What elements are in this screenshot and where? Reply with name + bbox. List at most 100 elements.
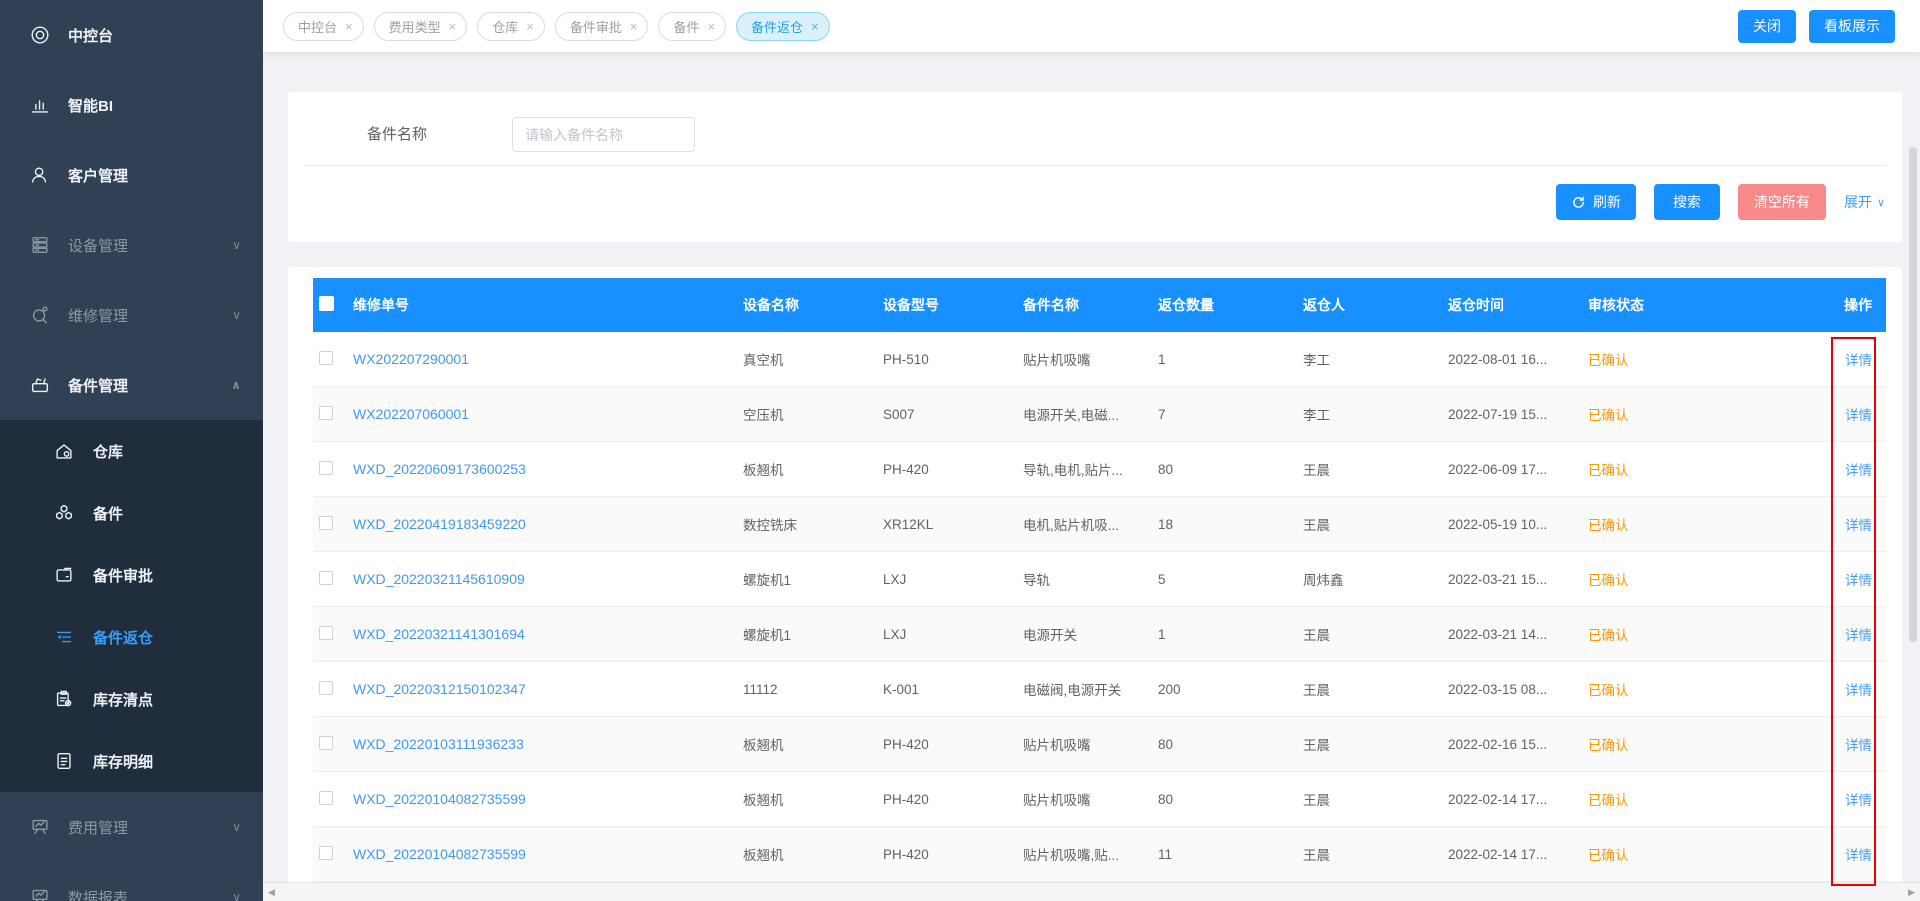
sidebar-subitem-label: 备件: [93, 503, 123, 524]
row-checkbox[interactable]: [319, 626, 333, 640]
vertical-scrollbar[interactable]: [1909, 147, 1917, 642]
row-checkbox[interactable]: [319, 736, 333, 750]
search-button[interactable]: 搜索: [1654, 184, 1720, 220]
cell-device: 板翘机: [735, 734, 875, 754]
table-row: WXD_20220104082735599板翘机PH-420贴片机吸嘴80王晨2…: [313, 772, 1886, 827]
cell-model: PH-420: [875, 462, 1015, 477]
sidebar-subitem-备件返仓[interactable]: 备件返仓: [0, 606, 263, 668]
tab-chip-中控台[interactable]: 中控台 ×: [283, 12, 364, 41]
row-checkbox[interactable]: [319, 791, 333, 805]
column-header-返仓人: 返仓人: [1295, 295, 1440, 315]
detail-link[interactable]: 详情: [1845, 734, 1872, 754]
sidebar-submenu: 仓库备件备件审批备件返仓库存清点库存明细: [0, 420, 263, 792]
detail-link[interactable]: 详情: [1845, 569, 1872, 589]
cell-order[interactable]: WX202207290001: [345, 351, 735, 367]
tab-chip-label: 中控台: [298, 17, 337, 36]
sidebar-item-客户管理[interactable]: 客户管理: [0, 140, 263, 210]
cell-order[interactable]: WXD_20220104082735599: [345, 846, 735, 862]
cell-person: 王晨: [1295, 624, 1440, 644]
cell-person: 王晨: [1295, 844, 1440, 864]
row-checkbox[interactable]: [319, 571, 333, 585]
cell-order[interactable]: WXD_20220103111936233: [345, 736, 735, 752]
cell-order[interactable]: WX202207060001: [345, 406, 735, 422]
select-all-checkbox[interactable]: [319, 296, 334, 311]
close-icon[interactable]: ×: [707, 19, 715, 34]
close-icon[interactable]: ×: [526, 19, 534, 34]
detail-link[interactable]: 详情: [1845, 679, 1872, 699]
action-toolbar: 刷新 搜索 清空所有 展开 ∨: [1556, 184, 1885, 220]
cell-time: 2022-02-14 17...: [1440, 847, 1580, 862]
close-icon[interactable]: ×: [449, 19, 457, 34]
sidebar-item-费用管理[interactable]: 费用管理∨: [0, 792, 263, 862]
detail-link[interactable]: 详情: [1845, 404, 1872, 424]
detail-link[interactable]: 详情: [1845, 459, 1872, 479]
sidebar-item-中控台[interactable]: 中控台: [0, 0, 263, 70]
sidebar-item-设备管理[interactable]: 设备管理∨: [0, 210, 263, 280]
cell-qty: 80: [1150, 792, 1295, 807]
clear-all-button[interactable]: 清空所有: [1738, 184, 1826, 220]
detail-link[interactable]: 详情: [1845, 514, 1872, 534]
cell-device: 板翘机: [735, 844, 875, 864]
sidebar-subitem-库存清点[interactable]: 库存清点: [0, 668, 263, 730]
scroll-right-icon[interactable]: ▶: [1908, 883, 1915, 901]
detail-link[interactable]: 详情: [1845, 349, 1872, 369]
row-checkbox[interactable]: [319, 681, 333, 695]
cell-part: 电源开关,电磁...: [1015, 404, 1150, 424]
close-icon[interactable]: ×: [345, 19, 353, 34]
refresh-button[interactable]: 刷新: [1556, 184, 1636, 220]
detail-link[interactable]: 详情: [1845, 624, 1872, 644]
tab-chip-备件返仓[interactable]: 备件返仓×: [736, 12, 830, 41]
tab-chip-费用类型[interactable]: 费用类型×: [374, 12, 468, 41]
tab-chip-仓库[interactable]: 仓库×: [477, 12, 545, 41]
table-header-row: 维修单号设备名称设备型号备件名称返仓数量返仓人返仓时间审核状态操作: [313, 278, 1886, 332]
cell-person: 王晨: [1295, 734, 1440, 754]
cell-person: 王晨: [1295, 679, 1440, 699]
sidebar-subitem-备件审批[interactable]: 备件审批: [0, 544, 263, 606]
cell-time: 2022-02-16 15...: [1440, 737, 1580, 752]
detail-link[interactable]: 详情: [1845, 844, 1872, 864]
part-name-input[interactable]: [512, 117, 695, 152]
sidebar-item-备件管理[interactable]: 备件管理 ∧: [0, 350, 263, 420]
horizontal-scrollbar[interactable]: ◀ ▶: [263, 882, 1920, 901]
sidebar-item-label: 中控台: [68, 25, 113, 46]
sidebar-item-维修管理[interactable]: 维修管理∨: [0, 280, 263, 350]
tab-chip-备件[interactable]: 备件×: [658, 12, 726, 41]
main-content: 备件名称 刷新 搜索 清空所有 展开 ∨: [263, 52, 1920, 901]
column-header-返仓时间: 返仓时间: [1440, 295, 1580, 315]
chevron-up-icon: ∧: [231, 378, 241, 392]
row-checkbox[interactable]: [319, 516, 333, 530]
row-checkbox[interactable]: [319, 846, 333, 860]
close-icon[interactable]: ×: [630, 19, 638, 34]
refresh-icon: [1571, 195, 1586, 210]
cell-order[interactable]: WXD_20220312150102347: [345, 681, 735, 697]
cell-order[interactable]: WXD_20220104082735599: [345, 791, 735, 807]
tab-chip-备件审批[interactable]: 备件审批×: [555, 12, 649, 41]
sidebar-subitem-备件[interactable]: 备件: [0, 482, 263, 544]
row-checkbox[interactable]: [319, 461, 333, 475]
expand-link[interactable]: 展开 ∨: [1844, 192, 1885, 212]
row-checkbox[interactable]: [319, 406, 333, 420]
cell-order[interactable]: WXD_20220419183459220: [345, 516, 735, 532]
cell-action: 详情: [1780, 844, 1886, 864]
cell-order[interactable]: WXD_20220609173600253: [345, 461, 735, 477]
detail-link[interactable]: 详情: [1845, 789, 1872, 809]
sidebar-subitem-仓库[interactable]: 仓库: [0, 420, 263, 482]
sidebar-subitem-库存明细[interactable]: 库存明细: [0, 730, 263, 792]
cell-model: PH-420: [875, 847, 1015, 862]
cell-action: 详情: [1780, 734, 1886, 754]
cell-time: 2022-07-19 15...: [1440, 407, 1580, 422]
sidebar-item-label: 备件管理: [68, 375, 128, 396]
cell-order[interactable]: WXD_20220321145610909: [345, 571, 735, 587]
cell-qty: 5: [1150, 572, 1295, 587]
sidebar-item-智能BI[interactable]: 智能BI: [0, 70, 263, 140]
cell-status: 已确认: [1580, 404, 1780, 424]
sidebar-item-数据报表[interactable]: 数据报表∨: [0, 862, 263, 901]
scroll-left-icon[interactable]: ◀: [268, 883, 275, 901]
cell-person: 王晨: [1295, 514, 1440, 534]
row-checkbox[interactable]: [319, 351, 333, 365]
cell-order[interactable]: WXD_20220321141301694: [345, 626, 735, 642]
close-icon[interactable]: ×: [811, 19, 819, 34]
board-display-button[interactable]: 看板展示: [1809, 10, 1895, 43]
close-button[interactable]: 关闭: [1738, 10, 1796, 43]
cell-part: 贴片机吸嘴: [1015, 734, 1150, 754]
